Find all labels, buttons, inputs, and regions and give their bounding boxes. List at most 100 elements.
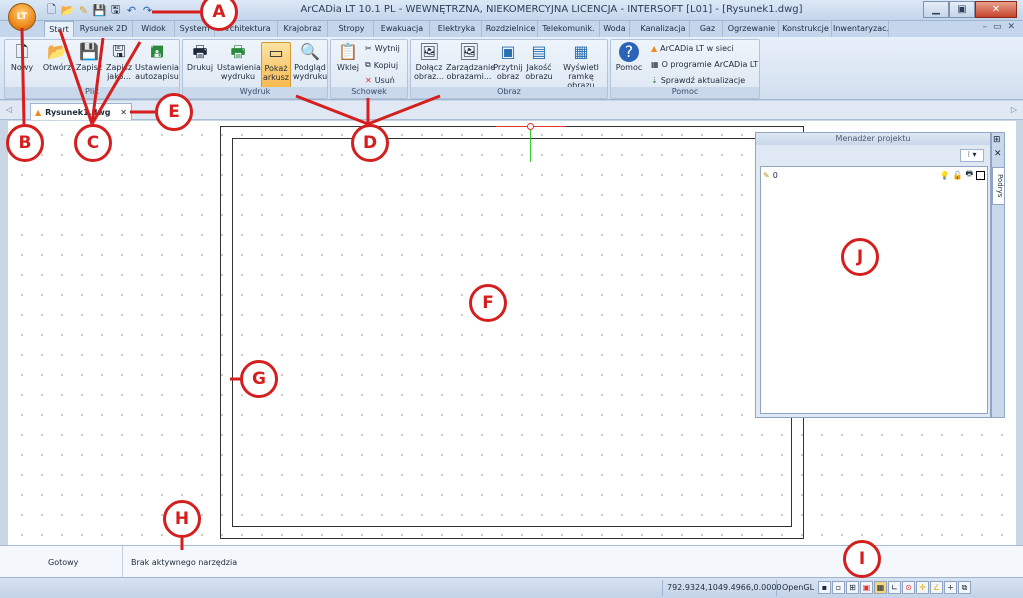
tab-ewakuacja[interactable]: Ewakuacja xyxy=(375,21,430,37)
copy-button[interactable]: ⧉ Kopiuj xyxy=(365,60,398,70)
close-tab-icon[interactable]: ✕ xyxy=(120,108,127,117)
close-button[interactable]: ✕ xyxy=(975,1,1017,18)
delete-button[interactable]: ✕ Usuń xyxy=(365,76,395,85)
command-status: Gotowy xyxy=(48,558,79,567)
new-button[interactable]: 🗋 Nowy xyxy=(7,42,37,89)
active-tool-text: Brak aktywnego narzędzia xyxy=(131,558,238,567)
callout-i: I xyxy=(843,540,881,578)
callout-g: G xyxy=(240,360,278,398)
group-label-obraz: Obraz xyxy=(411,87,607,98)
attach-image-icon: 🖼 xyxy=(419,42,440,61)
bulb-icon[interactable]: 💡 xyxy=(940,171,950,180)
lineweight-icon[interactable]: ⧉ xyxy=(958,581,971,594)
crosshair-icon[interactable]: + xyxy=(944,581,957,594)
layout-icon[interactable]: ▫ xyxy=(832,581,845,594)
otrack-icon[interactable]: ∠ xyxy=(930,581,943,594)
new-document-icon: 🗋 xyxy=(15,42,29,61)
polar-icon[interactable]: ⊙ xyxy=(902,581,915,594)
tab-kanalizacja[interactable]: Kanalizacja xyxy=(637,21,690,37)
tab-konstrukcje[interactable]: Konstrukcje xyxy=(780,21,832,37)
group-label-schowek: Schowek xyxy=(331,87,407,98)
app-menu-button[interactable]: LT xyxy=(8,3,36,31)
check-updates-button[interactable]: ⇣ Sprawdź aktualizacje xyxy=(651,76,745,85)
save-as-button[interactable]: 🖫 Zapisz jako... xyxy=(105,42,133,89)
ortho-icon[interactable]: ∟ xyxy=(888,581,901,594)
callout-f: F xyxy=(469,284,507,322)
image-quality-button[interactable]: ▤ Jakość obrazu xyxy=(524,42,554,89)
scroll-right-icon[interactable]: ▷ xyxy=(1011,105,1017,114)
tab-krajobraz[interactable]: Krajobraz xyxy=(278,21,328,37)
group-wydruk: 🖶 Drukuj 🖶 Ustawienia wydruku ▭ Pokaż ar… xyxy=(182,39,328,99)
layer-color-swatch[interactable] xyxy=(976,170,985,180)
tab-rysunek-2d[interactable]: Rysunek 2D xyxy=(75,21,133,37)
group-obraz: 🖼 Dołącz obraz... 🖼 Zarządzanie obrazami… xyxy=(410,39,608,99)
maximize-button[interactable]: ▣ xyxy=(949,1,975,18)
mdi-restore-icon[interactable]: ▭ xyxy=(993,22,1002,32)
callout-h: H xyxy=(163,500,201,538)
panel-close-icon[interactable]: ✕ xyxy=(994,149,1002,159)
layer-row[interactable]: ✎ 0 💡 🔓 🖶 xyxy=(763,169,985,181)
clipboard-icon: 📋 xyxy=(338,42,358,61)
scroll-left-icon[interactable]: ◁ xyxy=(6,105,12,114)
tab-elektryka[interactable]: Elektryka xyxy=(432,21,482,37)
clip-image-button[interactable]: ▣ Przytnij obraz xyxy=(493,42,523,89)
scissors-icon: ✂ xyxy=(365,44,372,53)
image-quality-icon: ▤ xyxy=(531,42,547,61)
tab-widok[interactable]: Widok xyxy=(133,21,175,37)
show-sheet-button[interactable]: ▭ Pokaż arkusz xyxy=(261,42,291,89)
sheet-border-inner xyxy=(232,138,792,527)
clip-image-icon: ▣ xyxy=(500,42,516,61)
tab-start[interactable]: Start xyxy=(44,21,74,37)
autosave-icon: 🖪 xyxy=(150,42,164,61)
online-link[interactable]: ▲ ArCADia LT w sieci xyxy=(651,44,734,53)
printer-icon[interactable]: 🖶 xyxy=(965,168,973,182)
group-label-wydruk: Wydruk xyxy=(183,87,327,98)
grid-icon[interactable]: ▦ xyxy=(874,581,887,594)
about-icon: ▦ xyxy=(651,60,659,69)
tab-woda[interactable]: Woda xyxy=(600,21,630,37)
model-space-icon[interactable]: ▪ xyxy=(818,581,831,594)
help-button[interactable]: ? Pomoc xyxy=(613,42,645,89)
renderer-label: OpenGL xyxy=(782,583,815,592)
window-controls: ▁ ▣ ✕ xyxy=(923,1,1017,18)
project-manager-panel: Menadżer projektu ⁝ ▾ ✎ 0 💡 🔓 🖶 xyxy=(755,132,991,418)
print-settings-button[interactable]: 🖶 Ustawienia wydruku xyxy=(217,42,261,89)
about-button[interactable]: ▦ O programie ArCADia LT xyxy=(651,60,758,69)
paste-button[interactable]: 📋 Wklej xyxy=(333,42,363,89)
document-tab-bar: ◁ ▲ Rysunek1.dwg ✕ ▷ xyxy=(0,101,1023,120)
snap-icon[interactable]: ▣ xyxy=(860,581,873,594)
pin-icon[interactable]: ⊞ xyxy=(993,135,1001,145)
mdi-minimize-icon[interactable]: – xyxy=(982,22,987,32)
layer-name: 0 xyxy=(772,170,778,180)
tab-ogrzewanie[interactable]: Ogrzewanie xyxy=(725,21,779,37)
layer-dropdown[interactable]: ⁝ ▾ xyxy=(960,149,984,162)
lock-icon[interactable]: 🔓 xyxy=(952,171,962,180)
minimize-button[interactable]: ▁ xyxy=(923,1,949,18)
print-preview-button[interactable]: 🔍 Podgląd wydruku xyxy=(293,42,327,89)
arcadia-logo-icon: ▲ xyxy=(35,107,42,117)
project-tree: ✎ 0 💡 🔓 🖶 xyxy=(760,166,988,414)
tab-gaz[interactable]: Gaz xyxy=(693,21,723,37)
callout-c: C xyxy=(74,124,112,162)
attach-image-button[interactable]: 🖼 Dołącz obraz... xyxy=(413,42,445,89)
print-button[interactable]: 🖶 Drukuj xyxy=(185,42,215,89)
manage-images-button[interactable]: 🖼 Zarządzanie obrazami... xyxy=(446,42,495,89)
tab-inwentaryzacja[interactable]: Inwentaryzac. xyxy=(833,21,889,37)
save-button[interactable]: 💾 Zapisz xyxy=(75,42,103,89)
group-pomoc: ? Pomoc ▲ ArCADia LT w sieci ▦ O programie… xyxy=(610,39,760,99)
tab-stropy[interactable]: Stropy xyxy=(330,21,374,37)
document-tab[interactable]: ▲ Rysunek1.dwg ✕ xyxy=(30,103,132,120)
autosave-settings-button[interactable]: 🖪 Ustawienia autozapisu xyxy=(135,42,179,89)
cut-button[interactable]: ✂ Wytnij xyxy=(365,44,400,53)
osnap-icon[interactable]: ✛ xyxy=(916,581,929,594)
mdi-close-icon[interactable]: ✕ xyxy=(1007,22,1015,32)
callout-d: D xyxy=(351,124,389,162)
tab-telekomunikacja[interactable]: Telekomunik. xyxy=(538,21,600,37)
callout-b: B xyxy=(6,124,44,162)
tab-rozdzielnice[interactable]: Rozdzielnice xyxy=(484,21,538,37)
show-image-frame-button[interactable]: ▦ Wyświetl ramkę obrazu xyxy=(556,42,606,90)
open-button[interactable]: 📂 Otwórz xyxy=(41,42,73,89)
tab-podrys[interactable]: Podrys xyxy=(992,167,1005,205)
project-manager-title: Menadżer projektu xyxy=(756,133,990,145)
snap-grid-icon[interactable]: ⊞ xyxy=(846,581,859,594)
